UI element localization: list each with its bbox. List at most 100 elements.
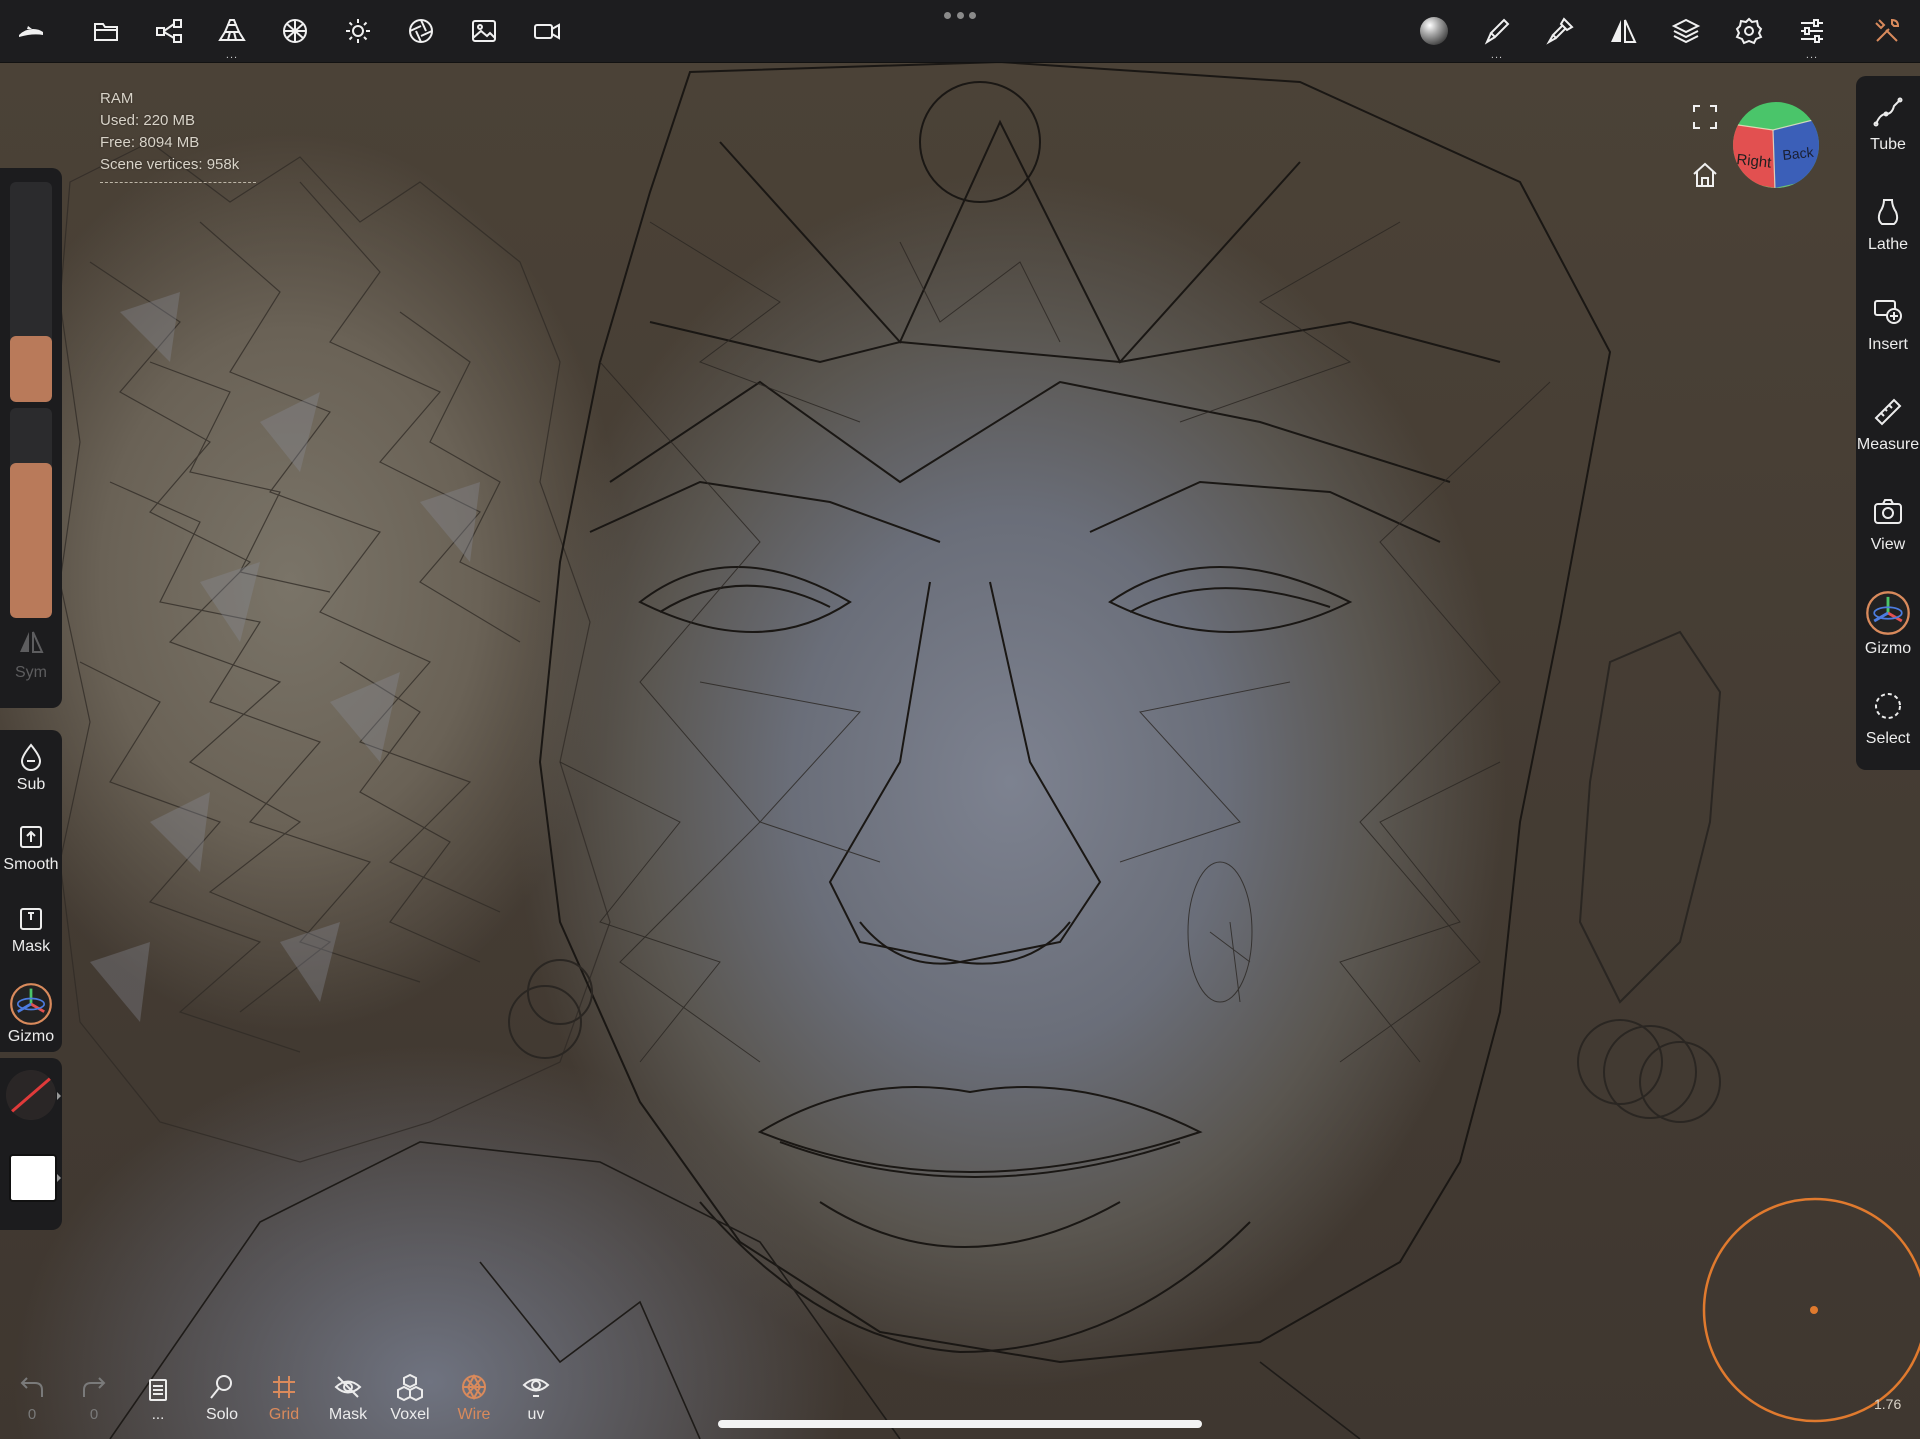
gizmo-tool-button[interactable]: Gizmo xyxy=(0,982,62,1046)
grid-button[interactable]: Grid xyxy=(254,1372,314,1424)
tube-curve-icon xyxy=(1873,97,1903,127)
app-logo-icon[interactable] xyxy=(8,9,54,53)
more-indicator: ... xyxy=(225,49,239,61)
lathe-vase-icon xyxy=(1877,199,1899,225)
mask-tool-button[interactable]: Mask xyxy=(0,904,62,956)
view-cube[interactable]: Right Back xyxy=(1731,100,1821,190)
sym-label: Sym xyxy=(15,664,47,681)
video-camera-icon[interactable] xyxy=(524,9,570,53)
tools-wrench-icon[interactable] xyxy=(1864,9,1910,53)
no-material-icon xyxy=(7,1071,55,1119)
voxel-button[interactable]: Voxel xyxy=(380,1372,440,1424)
sculpt-viewport[interactable] xyxy=(0,62,1920,1439)
top-toolbar: ... ... ... xyxy=(0,0,1920,63)
layers-icon[interactable] xyxy=(1663,9,1709,53)
voxel-blocks-icon[interactable]: ... xyxy=(209,9,255,61)
sub-toggle[interactable]: Sub xyxy=(0,742,62,794)
solo-button[interactable]: Solo xyxy=(192,1372,252,1424)
symmetry-icon[interactable] xyxy=(1600,9,1646,53)
voxel-cubes-icon xyxy=(397,1373,423,1402)
image-icon[interactable] xyxy=(461,9,507,53)
color-tools xyxy=(0,1058,62,1230)
color-expand-arrow xyxy=(57,1174,61,1182)
fullscreen-icon xyxy=(1693,105,1717,129)
ram-used: Used: 220 MB xyxy=(100,112,196,129)
wireframe-mesh xyxy=(59,62,1722,1439)
mask-visibility-button[interactable]: Mask xyxy=(318,1372,378,1424)
measure-tool-button[interactable]: Measure xyxy=(1856,396,1920,454)
material-sphere-grid-icon[interactable] xyxy=(272,9,318,53)
uv-label: uv xyxy=(527,1406,545,1423)
voxel-label: Voxel xyxy=(390,1406,430,1423)
intensity-slider[interactable] xyxy=(10,408,52,618)
uv-button[interactable]: uv xyxy=(506,1372,566,1424)
lathe-tool-button[interactable]: Lathe xyxy=(1856,196,1920,254)
painter-tool-icon[interactable] xyxy=(1537,9,1583,53)
redo-count: 0 xyxy=(89,1406,99,1423)
zoom-readout: 1.76 xyxy=(1874,1396,1902,1412)
gizmo-icon xyxy=(10,983,52,1025)
color-swatch[interactable] xyxy=(9,1154,57,1202)
history-button[interactable]: ... xyxy=(128,1372,188,1424)
insert-tool-button[interactable]: Insert xyxy=(1856,296,1920,354)
sym-toggle[interactable]: Sym xyxy=(0,628,62,682)
frame-view-button[interactable] xyxy=(1688,100,1722,134)
material-swatch[interactable] xyxy=(6,1070,56,1120)
matcap-sphere-icon[interactable] xyxy=(1411,9,1457,53)
undo-icon xyxy=(20,1377,43,1397)
mask-visibility-label: Mask xyxy=(328,1406,368,1423)
insert-shape-icon xyxy=(1874,300,1902,324)
window-handle-dots[interactable] xyxy=(944,8,976,22)
scene-stats: RAM Used: 220 MB Free: 8094 MB Scene ver… xyxy=(100,88,256,183)
scene-graph-icon[interactable] xyxy=(146,9,192,53)
gizmo-tool-button[interactable]: Gizmo xyxy=(1856,590,1920,658)
smooth-label: Smooth xyxy=(3,856,59,873)
brush-cursor xyxy=(1700,1197,1920,1427)
sliders-icon[interactable]: ... xyxy=(1789,9,1835,61)
solo-label: Solo xyxy=(205,1406,239,1423)
sun-light-icon[interactable] xyxy=(335,9,381,53)
settings-gear-icon[interactable] xyxy=(1726,9,1772,53)
ruler-icon xyxy=(1874,398,1902,426)
ram-label: RAM xyxy=(100,90,134,107)
more-indicator: ... xyxy=(1805,49,1819,61)
camera-icon xyxy=(1874,499,1902,524)
select-tool-button[interactable]: Select xyxy=(1856,690,1920,748)
redo-button[interactable]: 0 xyxy=(64,1372,124,1424)
camera-aperture-icon[interactable] xyxy=(398,9,444,53)
cube-face-back[interactable]: Back xyxy=(1782,144,1816,163)
folder-icon[interactable] xyxy=(83,9,129,53)
solo-search-icon xyxy=(210,1375,232,1399)
sub-label: Sub xyxy=(16,776,46,793)
brush-icon[interactable]: ... xyxy=(1474,9,1520,61)
drop-icon xyxy=(20,743,42,771)
insert-label: Insert xyxy=(1867,336,1908,353)
radius-slider-fill xyxy=(10,336,52,402)
undo-button[interactable]: 0 xyxy=(2,1372,62,1424)
brush-radius-ring xyxy=(1702,1197,1920,1423)
view-tool-button[interactable]: View xyxy=(1856,496,1920,554)
material-expand-arrow xyxy=(57,1092,61,1100)
home-indicator[interactable] xyxy=(718,1420,1202,1428)
gizmo-label: Gizmo xyxy=(7,1028,55,1045)
gizmo-label: Gizmo xyxy=(1864,640,1912,657)
grid-label: Grid xyxy=(268,1406,300,1423)
wireframe-icon xyxy=(462,1373,486,1401)
smooth-tool-button[interactable]: Smooth xyxy=(0,822,62,874)
home-icon xyxy=(1693,162,1717,187)
wireframe-button[interactable]: Wire xyxy=(444,1372,504,1424)
history-book-icon xyxy=(149,1379,167,1401)
stats-divider xyxy=(100,182,256,183)
history-more: ... xyxy=(151,1406,165,1423)
mask-icon xyxy=(20,908,42,930)
undo-count: 0 xyxy=(27,1406,37,1423)
measure-label: Measure xyxy=(1856,436,1920,453)
radius-slider[interactable] xyxy=(10,182,52,402)
home-view-button[interactable] xyxy=(1688,158,1722,192)
tube-tool-button[interactable]: Tube xyxy=(1856,96,1920,154)
left-tool-shortcuts: Sub Smooth Mask Gizmo xyxy=(0,730,62,1052)
lathe-label: Lathe xyxy=(1867,236,1909,253)
select-label: Select xyxy=(1865,730,1911,747)
symmetry-icon xyxy=(20,631,44,653)
uv-eye-icon xyxy=(522,1378,550,1397)
